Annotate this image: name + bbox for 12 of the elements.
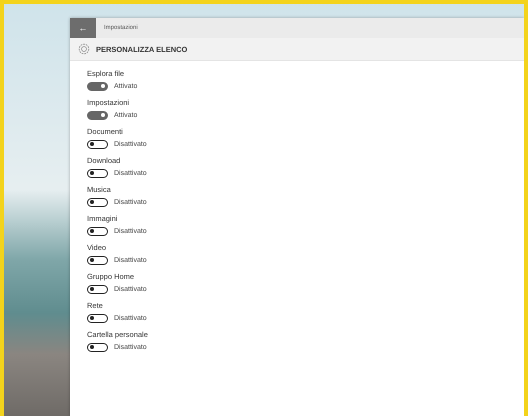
back-button[interactable]: ←: [70, 18, 96, 38]
toggle-switch[interactable]: [87, 169, 108, 178]
toggle-switch[interactable]: [87, 111, 108, 120]
toggle-switch[interactable]: [87, 314, 108, 323]
toggle-switch[interactable]: [87, 227, 108, 236]
gear-icon: [78, 43, 90, 55]
toggle-switch[interactable]: [87, 285, 108, 294]
toggle-switch[interactable]: [87, 82, 108, 91]
toggle-switch[interactable]: [87, 198, 108, 207]
toggle-switch[interactable]: [87, 343, 108, 352]
toggle-switch[interactable]: [87, 140, 108, 149]
toggle-switch[interactable]: [87, 256, 108, 265]
